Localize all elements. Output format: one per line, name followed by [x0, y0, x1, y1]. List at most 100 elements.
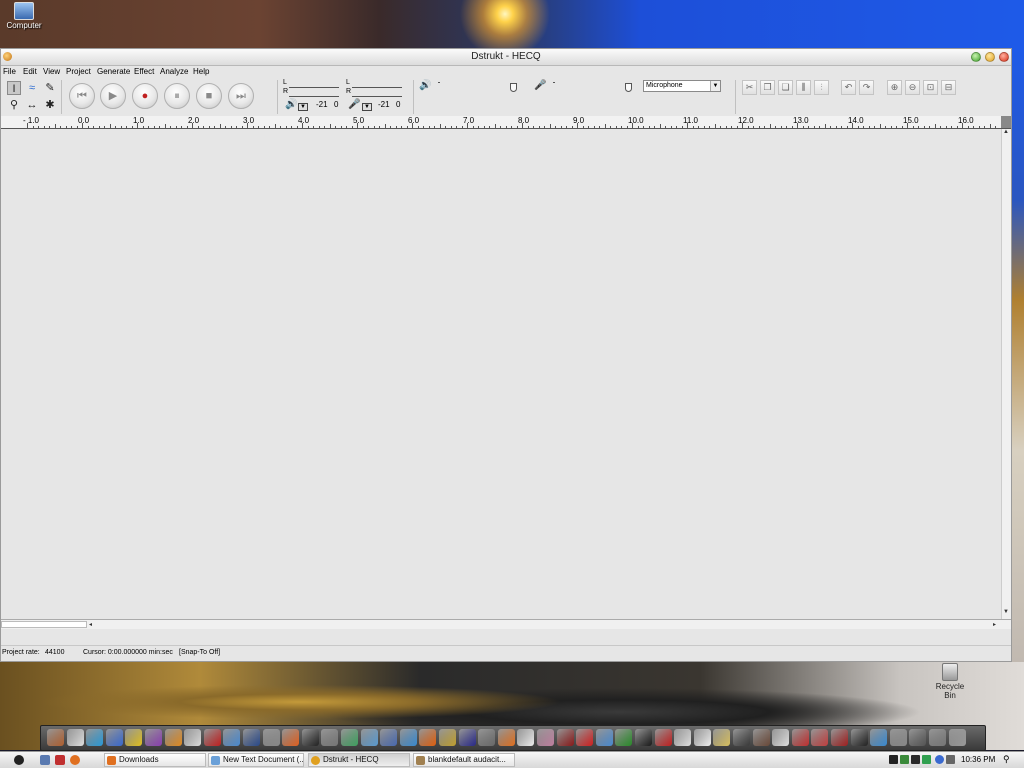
- dock-app-icon[interactable]: [86, 729, 104, 746]
- menu-file[interactable]: File: [3, 67, 16, 76]
- selection-tool-icon[interactable]: I: [7, 81, 21, 95]
- dock-app-icon[interactable]: [635, 729, 652, 746]
- input-source-select[interactable]: Microphone ▼: [643, 80, 721, 92]
- dock-app-icon[interactable]: [164, 729, 182, 746]
- dock-app-icon[interactable]: [556, 729, 574, 746]
- copy-button[interactable]: ❐: [760, 80, 775, 95]
- draw-tool-icon[interactable]: ✎: [43, 81, 57, 95]
- dock-app-icon[interactable]: [576, 729, 594, 746]
- dock-app-icon[interactable]: [105, 729, 123, 746]
- dock-app-icon[interactable]: [615, 729, 633, 746]
- record-meter-dropdown[interactable]: ▼: [362, 103, 372, 111]
- scroll-right-icon[interactable]: ▸: [993, 621, 996, 628]
- close-button[interactable]: [999, 52, 1009, 62]
- paste-button[interactable]: ❏: [778, 80, 793, 95]
- dock-app-icon[interactable]: [66, 729, 84, 746]
- dock-app-icon[interactable]: [439, 729, 456, 746]
- dock-app-icon[interactable]: [282, 729, 300, 746]
- dock-app-icon[interactable]: [693, 729, 711, 746]
- input-volume-slider[interactable]: [625, 83, 632, 92]
- menu-edit[interactable]: Edit: [23, 67, 37, 76]
- horizontal-scrollbar[interactable]: ◂ ▸: [1, 619, 1011, 629]
- dock-app-icon[interactable]: [243, 729, 260, 746]
- cut-button[interactable]: ✂: [742, 80, 757, 95]
- undo-button[interactable]: ↶: [841, 80, 856, 95]
- dock-app-icon[interactable]: [850, 729, 868, 746]
- menu-project[interactable]: Project: [66, 67, 91, 76]
- scroll-left-icon[interactable]: ◂: [89, 621, 92, 628]
- trim-button[interactable]: ⫼: [796, 80, 811, 95]
- dock-app-icon[interactable]: [321, 729, 339, 746]
- timeshift-tool-icon[interactable]: ↔: [25, 98, 39, 112]
- task-downloads[interactable]: Downloads: [104, 753, 206, 767]
- dock-app-icon[interactable]: [47, 729, 64, 746]
- horizontal-scroll-thumb[interactable]: [1, 621, 87, 628]
- zoom-out-button[interactable]: ⊖: [905, 80, 920, 95]
- dock-app-icon[interactable]: [497, 729, 515, 746]
- taskbar-clock[interactable]: 10:36 PM: [961, 755, 995, 764]
- vertical-scrollbar[interactable]: ▲ ▼: [1001, 129, 1011, 619]
- tray-shield-icon[interactable]: [922, 755, 931, 764]
- dock-app-icon[interactable]: [223, 729, 241, 746]
- skip-end-button[interactable]: ⏭: [228, 83, 254, 109]
- dock-app-icon[interactable]: [674, 729, 692, 746]
- menu-effect[interactable]: Effect: [134, 67, 154, 76]
- dock-app-icon[interactable]: [772, 729, 790, 746]
- menu-generate[interactable]: Generate: [97, 67, 130, 76]
- quicklaunch-desktop-icon[interactable]: [40, 755, 50, 765]
- dock-app-icon[interactable]: [889, 729, 907, 746]
- tray-app-icon[interactable]: [889, 755, 898, 764]
- play-button[interactable]: ▶: [100, 83, 126, 109]
- dock-app-icon[interactable]: [752, 729, 770, 746]
- silence-button[interactable]: ⫶: [814, 80, 829, 95]
- dock-app-icon[interactable]: [478, 729, 496, 746]
- search-icon[interactable]: ⚲: [1003, 755, 1012, 764]
- envelope-tool-icon[interactable]: ≈: [25, 81, 39, 95]
- scroll-down-icon[interactable]: ▼: [1003, 609, 1009, 615]
- pause-button[interactable]: ⏸: [164, 83, 190, 109]
- quicklaunch-firefox-icon[interactable]: [70, 755, 80, 765]
- maximize-button[interactable]: [985, 52, 995, 62]
- record-button[interactable]: ●: [132, 83, 158, 109]
- dock-app-icon[interactable]: [713, 729, 731, 746]
- zoom-in-button[interactable]: ⊕: [887, 80, 902, 95]
- dock-app-icon[interactable]: [399, 729, 417, 746]
- dock-app-icon[interactable]: [929, 729, 946, 746]
- dock-app-icon[interactable]: [380, 729, 398, 746]
- skip-start-button[interactable]: ⏮: [69, 83, 95, 109]
- dock-app-icon[interactable]: [360, 729, 378, 746]
- fit-project-button[interactable]: ⊟: [941, 80, 956, 95]
- dock-app-icon[interactable]: [537, 729, 554, 746]
- redo-button[interactable]: ↷: [859, 80, 874, 95]
- dock-app-icon[interactable]: [831, 729, 848, 746]
- desktop-recycle-bin[interactable]: Recycle Bin: [930, 663, 970, 700]
- output-volume-slider[interactable]: [510, 83, 517, 92]
- dock-app-icon[interactable]: [203, 729, 221, 746]
- quicklaunch-mail-icon[interactable]: [55, 755, 65, 765]
- tray-volume-icon[interactable]: [946, 755, 955, 764]
- tray-monitor-icon[interactable]: [911, 755, 920, 764]
- tray-network-icon[interactable]: [900, 755, 909, 764]
- dock-app-icon[interactable]: [419, 729, 437, 746]
- dock-app-icon[interactable]: [791, 729, 809, 746]
- dock-app-icon[interactable]: [811, 729, 829, 746]
- desktop-computer-icon[interactable]: Computer: [4, 2, 44, 30]
- dock-app-icon[interactable]: [654, 729, 672, 746]
- dock-app-icon[interactable]: [262, 729, 280, 746]
- start-apple-icon[interactable]: [14, 755, 24, 765]
- dock-app-icon[interactable]: [909, 729, 927, 746]
- tray-messenger-icon[interactable]: [935, 755, 944, 764]
- task-new-text-document[interactable]: New Text Document (...: [208, 753, 304, 767]
- project-rate-value[interactable]: 44100: [45, 649, 64, 656]
- task-blankdefault-audacity[interactable]: blankdefault audacit...: [413, 753, 515, 767]
- dock-app-icon[interactable]: [595, 729, 613, 746]
- menu-view[interactable]: View: [43, 67, 60, 76]
- timeline-ruler[interactable]: - 1.0 0.0 1.0 2.0 3.0 4.0 5.0 6.0 7.0 8.0 9.0 10.0 1…: [1, 116, 1011, 129]
- menu-help[interactable]: Help: [193, 67, 209, 76]
- playback-meter-dropdown[interactable]: ▼: [298, 103, 308, 111]
- track-panel[interactable]: [1, 129, 1001, 619]
- dock-app-icon[interactable]: [125, 729, 143, 746]
- fit-selection-button[interactable]: ⊡: [923, 80, 938, 95]
- multi-tool-icon[interactable]: ✱: [43, 98, 57, 112]
- dock-app-icon[interactable]: [733, 729, 750, 746]
